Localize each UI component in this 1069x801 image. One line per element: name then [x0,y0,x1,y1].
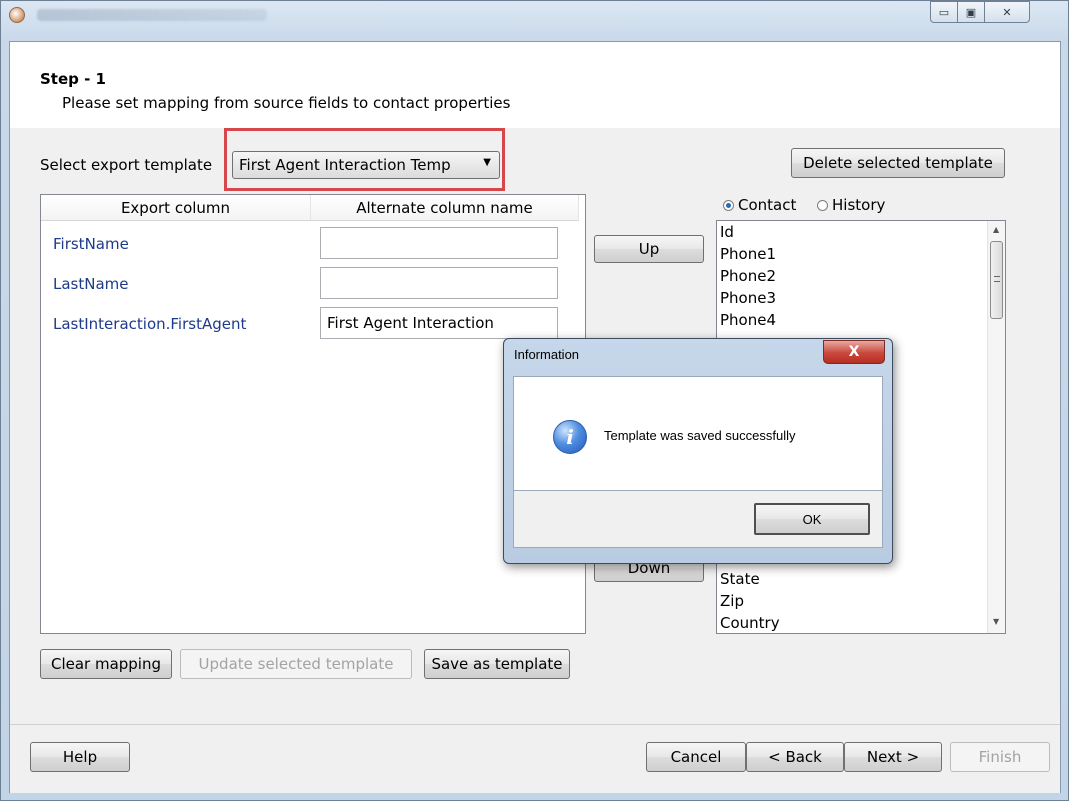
select-template-label: Select export template [40,156,213,174]
wizard-footer: Help Cancel < Back Next > Finish [10,724,1060,793]
list-scrollbar[interactable]: ▲ ▼ [987,221,1005,633]
mapping-row-export[interactable]: LastInteraction.FirstAgent [53,315,246,333]
maximize-button[interactable]: ▣ [957,1,985,23]
step-subtitle: Please set mapping from source fields to… [62,94,511,112]
main-window: ▭ ▣ ✕ Step - 1 Please set mapping from s… [0,0,1069,801]
alternate-name-input[interactable]: First Agent Interaction [320,307,558,339]
highlight-box [224,128,505,191]
radio-history-dot [817,200,828,211]
help-button[interactable]: Help [30,742,130,772]
back-button[interactable]: < Back [746,742,844,772]
window-close-button[interactable]: ✕ [984,1,1030,23]
information-dialog: Information X i Template was saved succe… [503,338,893,564]
grip-icon [994,276,1000,282]
dialog-close-button[interactable]: X [823,340,885,364]
scroll-down-icon[interactable]: ▼ [993,617,999,626]
cancel-button[interactable]: Cancel [646,742,746,772]
grid-header-export[interactable]: Export column [41,195,311,221]
radio-contact-dot [723,200,734,211]
window-title-blurred [37,9,267,21]
alternate-name-input[interactable] [320,227,558,259]
scroll-thumb[interactable] [990,241,1003,319]
finish-button[interactable]: Finish [950,742,1050,772]
radio-contact[interactable]: Contact [723,196,796,214]
mapping-row-export[interactable]: FirstName [53,235,129,253]
list-item[interactable]: Phone3 [720,287,776,309]
next-button[interactable]: Next > [844,742,942,772]
save-template-button[interactable]: Save as template [424,649,570,679]
info-icon: i [553,420,587,454]
list-item[interactable]: Country [720,612,780,633]
list-item[interactable]: Phone4 [720,309,776,331]
dialog-body: i Template was saved successfully [513,376,883,491]
radio-history[interactable]: History [817,196,885,214]
dialog-footer: OK [513,491,883,548]
dialog-message: Template was saved successfully [604,428,796,443]
delete-template-button[interactable]: Delete selected template [791,148,1005,178]
dialog-title: Information [514,347,580,362]
app-icon [9,7,25,23]
minimize-button[interactable]: ▭ [930,1,958,23]
alternate-name-input[interactable] [320,267,558,299]
move-up-button[interactable]: Up [594,235,704,263]
grid-header-alternate[interactable]: Alternate column name [311,195,579,221]
clear-mapping-button[interactable]: Clear mapping [40,649,172,679]
list-item[interactable]: Zip [720,590,744,612]
ok-button[interactable]: OK [754,503,870,535]
list-item[interactable]: State [720,568,760,590]
update-template-button[interactable]: Update selected template [180,649,412,679]
close-icon: X [848,344,860,360]
step-header: Step - 1 Please set mapping from source … [10,42,1060,129]
mapping-row-export[interactable]: LastName [53,275,129,293]
step-title: Step - 1 [40,70,106,88]
list-item[interactable]: Phone1 [720,243,776,265]
list-item[interactable]: Phone2 [720,265,776,287]
list-item[interactable]: Id [720,221,734,243]
scroll-up-icon[interactable]: ▲ [993,225,999,234]
title-bar: ▭ ▣ ✕ [1,1,1068,41]
